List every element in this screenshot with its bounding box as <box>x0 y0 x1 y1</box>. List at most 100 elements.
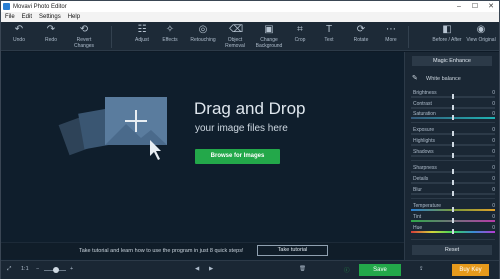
drop-heading: Drag and Drop <box>194 99 306 118</box>
slider-handle[interactable] <box>452 105 454 110</box>
sliders-icon: ☷ <box>137 24 147 35</box>
slider-saturation[interactable]: Saturation 0 <box>411 111 495 120</box>
window-title: Movavi Photo Editor <box>13 3 67 10</box>
delete-icon[interactable]: 🗑 <box>299 266 306 272</box>
menu-edit[interactable]: Edit <box>22 14 32 20</box>
browse-images-button[interactable]: Browse for Images <box>195 149 280 164</box>
slider-shadows[interactable]: Shadows 0 <box>411 149 495 158</box>
reset-button[interactable]: Reset <box>412 245 492 255</box>
minimize-icon[interactable]: – <box>451 1 467 12</box>
slider-handle[interactable] <box>452 115 454 120</box>
background-icon: ▣ <box>264 24 274 35</box>
drop-zone[interactable]: Drag and Drop your image files here Brow… <box>1 52 404 260</box>
save-button[interactable]: Save <box>359 264 401 276</box>
crop-label: Crop <box>294 37 306 43</box>
rotate-button[interactable]: ⟳ Rotate <box>344 24 378 44</box>
fit-screen-icon[interactable]: ⤢ <box>7 266 11 273</box>
compare-icon: ◧ <box>442 24 452 35</box>
info-icon[interactable]: ⓘ <box>344 266 350 274</box>
effects-icon: ✧ <box>165 24 175 35</box>
menu-bar: File Edit Settings Help <box>1 12 499 22</box>
crop-icon: ⌗ <box>297 24 303 35</box>
slider-handle[interactable] <box>452 142 454 147</box>
drop-subheading: your image files here <box>195 123 288 134</box>
slider-hue[interactable]: Hue 0 <box>411 225 495 234</box>
eraser-icon: ⌫ <box>229 24 244 35</box>
undo-label: Undo <box>13 37 25 43</box>
bottom-bar: ⤢ 1:1 − + ◀ ▶ 🗑 ⓘ Save ⇪ Buy Key <box>1 260 499 279</box>
retouching-button[interactable]: ◎ Retouching <box>184 24 222 44</box>
text-button[interactable]: T Text <box>315 24 343 44</box>
zoom-slider-handle[interactable] <box>53 267 59 273</box>
retouching-icon: ◎ <box>198 24 208 35</box>
toolbar: ↶ Undo ↷ Redo ⟲ Revert Changes ☷ Adjust … <box>1 22 499 51</box>
eye-icon: ◉ <box>476 24 486 35</box>
slider-exposure[interactable]: Exposure 0 <box>411 127 495 136</box>
more-label: More <box>385 37 397 43</box>
slider-handle[interactable] <box>452 153 454 158</box>
object-removal-button[interactable]: ⌫ Object Removal <box>218 24 252 49</box>
eyedropper-icon[interactable]: ✎ <box>412 75 418 83</box>
slider-handle[interactable] <box>452 191 454 196</box>
view-original-button[interactable]: ◉ View Original <box>464 24 498 44</box>
window-controls: – ☐ ✕ <box>451 1 499 12</box>
change-background-button[interactable]: ▣ Change Background <box>251 24 287 49</box>
slider-handle[interactable] <box>452 180 454 185</box>
undo-button[interactable]: ↶ Undo <box>2 24 36 44</box>
maximize-icon[interactable]: ☐ <box>467 1 483 12</box>
undo-icon: ↶ <box>14 24 24 35</box>
slider-contrast[interactable]: Contrast 0 <box>411 101 495 110</box>
close-icon[interactable]: ✕ <box>483 1 499 12</box>
white-balance-label: White balance <box>426 76 461 82</box>
tutorial-banner: Take tutorial and learn how to use the p… <box>1 242 404 259</box>
slider-sharpness[interactable]: Sharpness 0 <box>411 165 495 174</box>
zoom-in-icon[interactable]: + <box>70 266 73 272</box>
slider-handle[interactable] <box>452 218 454 223</box>
tutorial-text: Take tutorial and learn how to use the p… <box>79 248 244 254</box>
slider-handle[interactable] <box>452 131 454 136</box>
panel-divider <box>411 160 495 161</box>
share-icon[interactable]: ⇪ <box>419 266 424 272</box>
app-window: Movavi Photo Editor – ☐ ✕ File Edit Sett… <box>0 0 500 279</box>
before-after-button[interactable]: ◧ Before / After <box>430 24 464 44</box>
effects-label: Effects <box>162 37 178 43</box>
crop-button[interactable]: ⌗ Crop <box>286 24 314 44</box>
text-icon: T <box>325 24 333 35</box>
revert-changes-button[interactable]: ⟲ Revert Changes <box>66 24 102 49</box>
white-balance-row[interactable]: ✎ White balance <box>410 75 495 84</box>
toolbar-divider <box>111 26 112 48</box>
app-logo-icon <box>3 3 10 10</box>
menu-settings[interactable]: Settings <box>39 14 61 20</box>
slider-temperature[interactable]: Temperature 0 <box>411 203 495 212</box>
slider-brightness[interactable]: Brightness 0 <box>411 90 495 99</box>
zoom-out-icon[interactable]: − <box>36 266 39 272</box>
slider-handle[interactable] <box>452 169 454 174</box>
adjust-label: Adjust <box>135 37 149 43</box>
more-button[interactable]: ⋯ More <box>377 24 405 44</box>
revert-label: Revert Changes <box>73 37 94 49</box>
slider-blur[interactable]: Blur 0 <box>411 187 495 196</box>
title-bar: Movavi Photo Editor – ☐ ✕ <box>1 1 499 12</box>
slider-handle[interactable] <box>452 94 454 99</box>
buy-key-button[interactable]: Buy Key <box>452 264 489 276</box>
slider-handle[interactable] <box>452 229 454 234</box>
slider-tint[interactable]: Tint 0 <box>411 214 495 223</box>
previous-image-icon[interactable]: ◀ <box>195 266 199 272</box>
menu-file[interactable]: File <box>5 14 15 20</box>
next-image-icon[interactable]: ▶ <box>209 266 213 272</box>
slider-handle[interactable] <box>452 207 454 212</box>
slider-highlights[interactable]: Highlights 0 <box>411 138 495 147</box>
adjust-panel: Magic Enhance ✎ White balance Brightness… <box>404 52 499 260</box>
text-label: Text <box>324 37 334 43</box>
magic-enhance-button[interactable]: Magic Enhance <box>412 56 492 66</box>
menu-help[interactable]: Help <box>68 14 80 20</box>
effects-button[interactable]: ✧ Effects <box>153 24 187 44</box>
redo-button[interactable]: ↷ Redo <box>34 24 68 44</box>
zoom-ratio[interactable]: 1:1 <box>21 266 29 272</box>
panel-divider <box>411 239 495 240</box>
panel-divider <box>411 198 495 199</box>
take-tutorial-button[interactable]: Take tutorial <box>257 245 328 256</box>
slider-details[interactable]: Details 0 <box>411 176 495 185</box>
panel-divider <box>411 122 495 123</box>
image-placeholder-icon <box>58 97 167 160</box>
